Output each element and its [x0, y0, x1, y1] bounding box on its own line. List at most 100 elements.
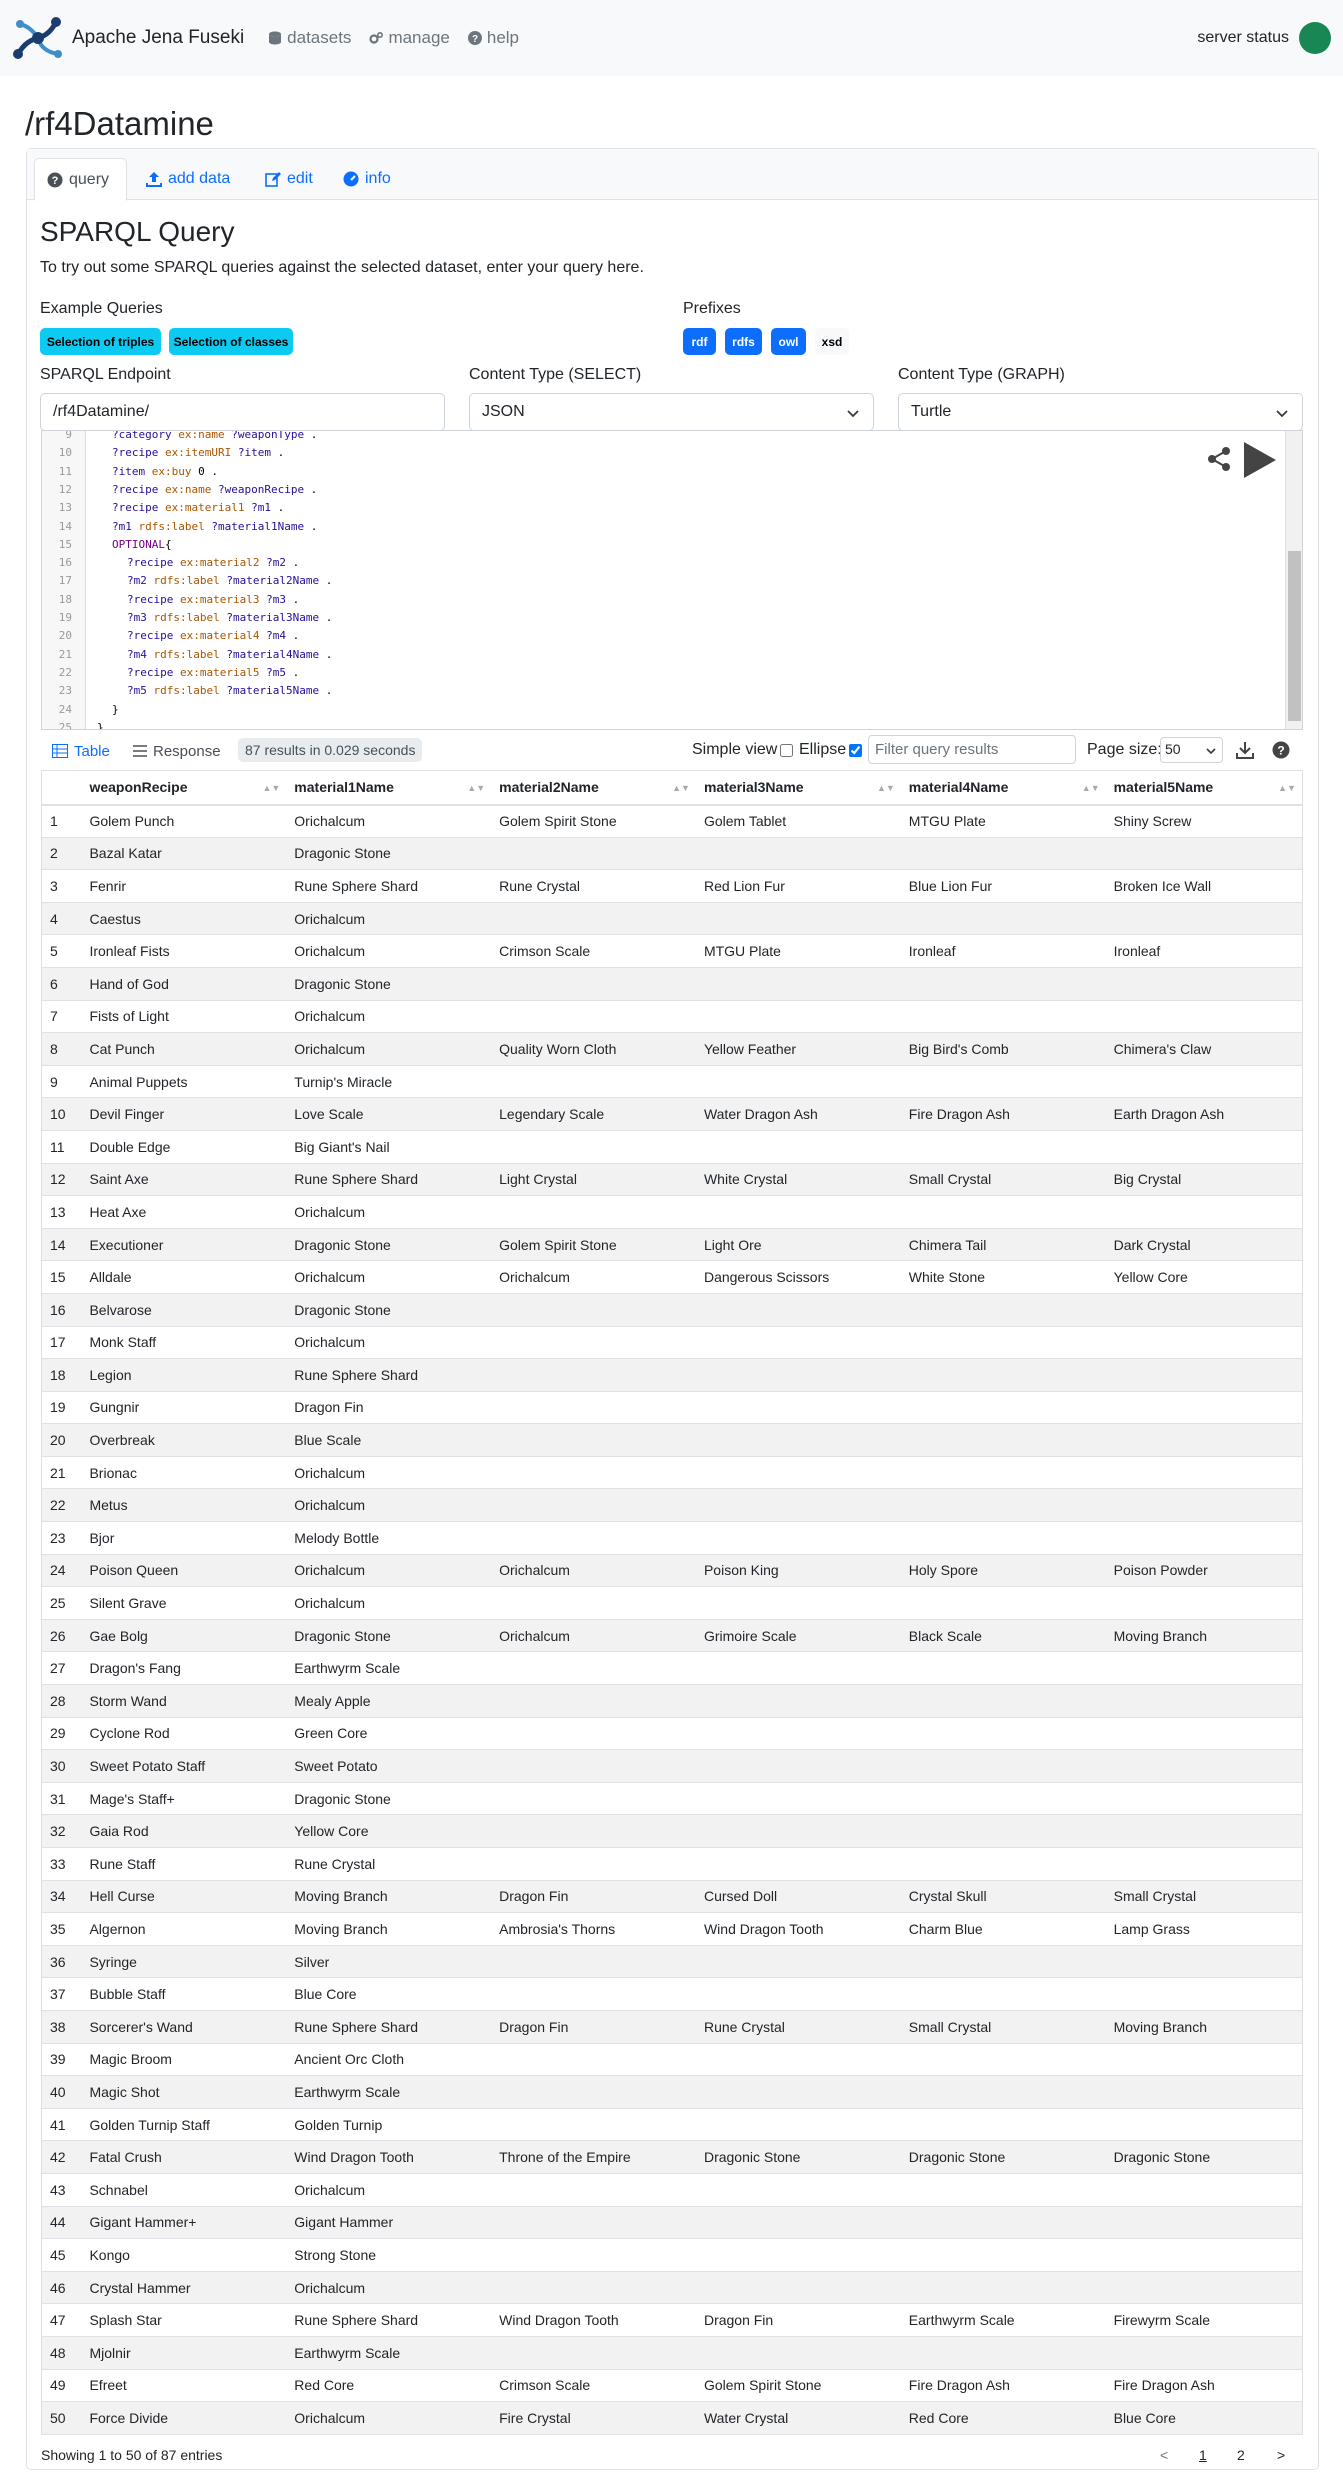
- table-cell: [1105, 1814, 1303, 1848]
- table-row: 21 Brionac Orichalcum: [41, 1455, 1303, 1489]
- row-index-cell: 12: [41, 1162, 82, 1196]
- table-cell: Moving Branch: [286, 1912, 492, 1946]
- select-content-type-dropdown[interactable]: JSON: [469, 393, 874, 431]
- column-header-material4Name[interactable]: material4Name ▲▼: [900, 770, 1106, 806]
- table-cell: Rune Sphere Shard: [286, 869, 492, 903]
- simple-view-toggle[interactable]: Simple view: [692, 741, 794, 759]
- table-cell: [491, 1488, 696, 1522]
- line-number: 21: [58, 647, 72, 661]
- table-cell: [900, 1781, 1106, 1815]
- table-cell: Wind Dragon Tooth: [491, 2303, 696, 2337]
- pagination-page-2[interactable]: 2: [1237, 2447, 1245, 2463]
- sort-icon[interactable]: ▲▼: [1278, 783, 1296, 793]
- table-row: 6 Hand of God Dragonic Stone: [41, 966, 1303, 1001]
- prefix-rdf-button[interactable]: rdf: [683, 328, 716, 355]
- sort-icon[interactable]: ▲▼: [1082, 783, 1100, 793]
- table-cell: [1105, 2107, 1303, 2141]
- tab-edit-label: edit: [287, 170, 313, 187]
- tab-edit[interactable]: edit: [253, 158, 325, 200]
- editor-scrollbar[interactable]: [1285, 431, 1302, 729]
- nav-help-link[interactable]: ? help: [467, 28, 519, 48]
- sort-icon[interactable]: ▲▼: [672, 783, 690, 793]
- example-triples-button[interactable]: Selection of triples: [40, 328, 161, 355]
- svg-text:?: ?: [52, 175, 59, 187]
- line-number: 20: [58, 629, 72, 643]
- table-row: 10 Devil Finger Love Scale Legendary Scale W…: [41, 1097, 1303, 1131]
- run-query-icon[interactable]: [1242, 440, 1278, 480]
- tab-add-data[interactable]: add data: [134, 158, 242, 200]
- table-row: 24 Poison Queen Orichalcum Orichalcum Poison…: [41, 1553, 1303, 1587]
- table-cell: Rune Sphere Shard: [286, 1162, 492, 1196]
- table-cell: Dragonic Stone: [286, 966, 492, 1001]
- page-size-select[interactable]: 50: [1160, 737, 1223, 763]
- sparql-editor[interactable]: 9 10 11 12 13 14 15 16 17 18 19 20 21 22 23 24 25 ?categ…: [41, 430, 1303, 730]
- table-row: 13 Heat Axe Orichalcum: [41, 1195, 1303, 1229]
- ellipse-toggle[interactable]: Ellipse: [799, 741, 863, 759]
- table-cell: [1105, 2335, 1303, 2369]
- table-cell: [695, 1292, 901, 1326]
- results-response-tab[interactable]: Response: [133, 740, 221, 762]
- jena-logo[interactable]: [10, 10, 66, 66]
- prefix-owl-button[interactable]: owl: [771, 328, 806, 355]
- simple-view-checkbox[interactable]: [780, 743, 794, 757]
- graph-content-type-dropdown[interactable]: Turtle: [898, 393, 1303, 431]
- table-cell: Green Core: [286, 1716, 492, 1750]
- navbar: Apache Jena Fuseki datasets manage ? hel…: [0, 0, 1343, 76]
- endpoint-input[interactable]: /rf4Datamine/: [40, 393, 445, 431]
- table-cell: [695, 1325, 901, 1359]
- editor-scroll-thumb[interactable]: [1288, 551, 1301, 721]
- share-icon[interactable]: [1206, 446, 1232, 472]
- table-cell: [491, 2270, 696, 2304]
- nav-datasets-link[interactable]: datasets: [268, 28, 351, 48]
- row-index-cell: 25: [41, 1586, 82, 1620]
- row-index-cell: 13: [41, 1195, 82, 1229]
- table-cell: [491, 1716, 696, 1750]
- brand-name[interactable]: Apache Jena Fuseki: [72, 27, 244, 49]
- prefix-rdfs-button[interactable]: rdfs: [725, 328, 762, 355]
- database-icon: [269, 31, 282, 45]
- table-cell: Orichalcum: [286, 1488, 492, 1522]
- column-header-weaponRecipe[interactable]: weaponRecipe ▲▼: [81, 770, 287, 806]
- table-cell: [900, 1195, 1106, 1229]
- prefix-xsd-button[interactable]: xsd: [815, 328, 849, 355]
- ellipse-checkbox[interactable]: [849, 743, 863, 757]
- table-cell: [1105, 1716, 1303, 1750]
- pagination-prev[interactable]: <: [1160, 2447, 1168, 2463]
- query-description: To try out some SPARQL queries against t…: [40, 259, 644, 276]
- table-cell: Orichalcum: [286, 1032, 492, 1066]
- column-header-index[interactable]: [41, 770, 82, 806]
- table-cell: Wind Dragon Tooth: [695, 1912, 901, 1946]
- example-classes-button[interactable]: Selection of classes: [169, 328, 293, 355]
- column-header-material1Name[interactable]: material1Name ▲▼: [286, 770, 492, 806]
- pagination-page-1[interactable]: 1: [1199, 2447, 1207, 2463]
- tab-query[interactable]: ? query: [34, 158, 127, 201]
- table-cell: [695, 1521, 901, 1555]
- table-cell: Dragonic Stone: [286, 1781, 492, 1815]
- tab-info[interactable]: info: [331, 158, 403, 200]
- column-header-material3Name[interactable]: material3Name ▲▼: [695, 770, 901, 806]
- table-row: 1 Golem Punch Orichalcum Golem Spirit Stone…: [41, 804, 1303, 838]
- pagination-next[interactable]: >: [1277, 2447, 1285, 2463]
- row-index-cell: 1: [41, 804, 82, 838]
- table-cell: Quality Worn Cloth: [491, 1032, 696, 1066]
- results-table-tab[interactable]: Table: [52, 740, 110, 762]
- table-cell: Dragonic Stone: [1105, 2140, 1303, 2174]
- column-header-material2Name[interactable]: material2Name ▲▼: [491, 770, 696, 806]
- nav-manage-link[interactable]: manage: [369, 28, 450, 48]
- table-cell: [900, 1358, 1106, 1392]
- sort-icon[interactable]: ▲▼: [467, 783, 485, 793]
- column-header-material5Name[interactable]: material5Name ▲▼: [1105, 770, 1303, 806]
- table-cell: Red Core: [286, 2368, 492, 2402]
- filter-results-input[interactable]: Filter query results: [868, 735, 1076, 764]
- download-icon[interactable]: [1236, 741, 1254, 759]
- table-cell: [900, 1977, 1106, 2011]
- line-number: 19: [58, 611, 72, 624]
- help-icon[interactable]: ?: [1272, 741, 1290, 759]
- table-cell: [491, 1292, 696, 1326]
- sort-icon[interactable]: ▲▼: [262, 783, 280, 793]
- table-cell: [491, 2172, 696, 2207]
- query-title: SPARQL Query: [40, 216, 235, 247]
- table-cell: Orichalcum: [286, 1553, 492, 1587]
- table-cell: Big Bird's Comb: [900, 1032, 1106, 1066]
- sort-icon[interactable]: ▲▼: [877, 783, 895, 793]
